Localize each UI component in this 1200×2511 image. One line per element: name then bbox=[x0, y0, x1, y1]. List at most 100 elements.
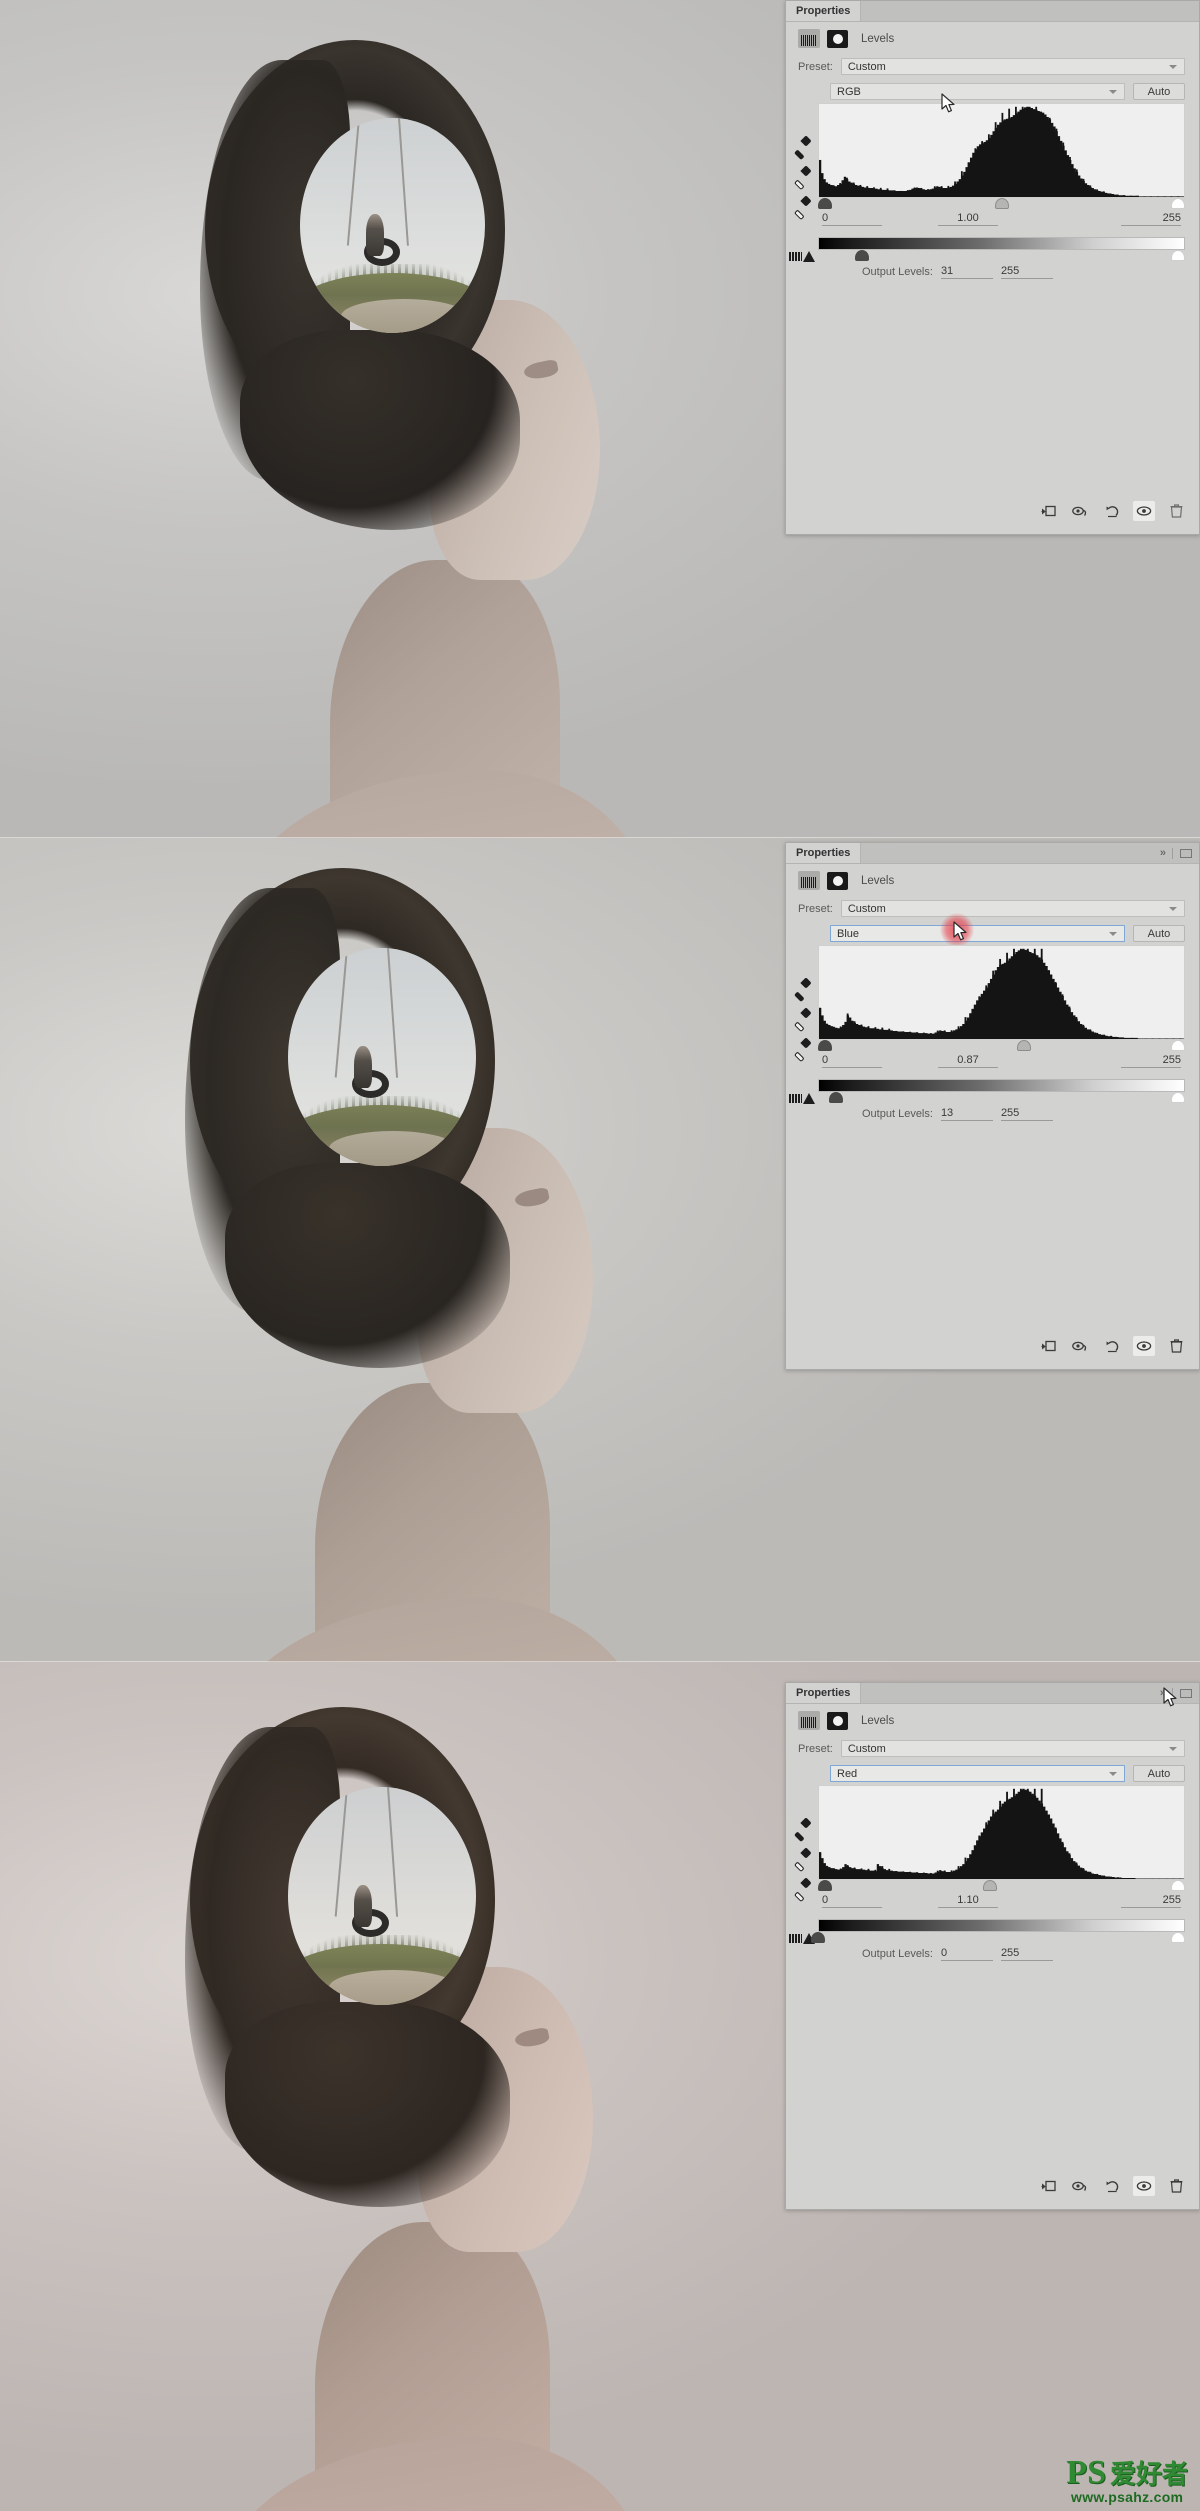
output-white-value[interactable]: 255 bbox=[1000, 1947, 1053, 1961]
input-levels-slider[interactable] bbox=[818, 1880, 1185, 1893]
toggle-visibility-icon[interactable] bbox=[1133, 2176, 1155, 2196]
histogram-red bbox=[818, 1785, 1185, 1880]
view-previous-state-icon[interactable] bbox=[1069, 501, 1091, 521]
input-gamma-value[interactable]: 1.00 bbox=[938, 212, 998, 226]
view-previous-state-icon[interactable] bbox=[1069, 2176, 1091, 2196]
output-black-value[interactable]: 0 bbox=[940, 1947, 993, 1961]
delete-icon[interactable] bbox=[1165, 1336, 1187, 1356]
input-gamma-handle[interactable] bbox=[994, 198, 1009, 209]
input-white-value[interactable]: 255 bbox=[1121, 1894, 1181, 1908]
clip-to-layer-icon[interactable] bbox=[1037, 501, 1059, 521]
set-black-point-eyedropper-icon[interactable] bbox=[794, 977, 812, 1003]
preset-select[interactable]: Custom bbox=[840, 58, 1185, 75]
output-levels-label: Output Levels: bbox=[862, 266, 933, 278]
set-white-point-eyedropper-icon[interactable] bbox=[794, 1037, 812, 1063]
tab-properties[interactable]: Properties bbox=[786, 1683, 862, 1703]
collapse-panel-icon[interactable]: » bbox=[1160, 847, 1166, 859]
scene-path bbox=[329, 1131, 458, 1166]
tab-properties[interactable]: Properties bbox=[786, 1, 862, 21]
input-levels-slider[interactable] bbox=[818, 198, 1185, 211]
input-white-value[interactable]: 255 bbox=[1121, 212, 1181, 226]
view-previous-state-icon[interactable] bbox=[1069, 1336, 1091, 1356]
output-levels-slider[interactable] bbox=[811, 1932, 1185, 1945]
preset-select[interactable]: Custom bbox=[840, 1740, 1185, 1757]
output-white-value[interactable]: 255 bbox=[1000, 265, 1053, 279]
panel-title: Levels bbox=[861, 1714, 895, 1727]
channel-select[interactable]: Red bbox=[830, 1765, 1125, 1782]
input-white-handle[interactable] bbox=[1171, 198, 1185, 209]
panel-tabbar: Properties » bbox=[786, 1683, 1199, 1707]
delete-icon[interactable] bbox=[1165, 501, 1187, 521]
input-black-value[interactable]: 0 bbox=[822, 1054, 882, 1068]
output-black-value[interactable]: 31 bbox=[940, 265, 993, 279]
levels-adjustment-icon bbox=[798, 1711, 820, 1730]
toggle-visibility-icon[interactable] bbox=[1133, 501, 1155, 521]
set-black-point-eyedropper-icon[interactable] bbox=[794, 135, 812, 161]
reset-icon[interactable] bbox=[1101, 1336, 1123, 1356]
output-black-handle[interactable] bbox=[829, 1092, 844, 1103]
input-black-value[interactable]: 0 bbox=[822, 212, 882, 226]
properties-panel-rgb[interactable]: Properties Levels Preset: Custom RGB Aut… bbox=[785, 0, 1200, 535]
set-gray-point-eyedropper-icon[interactable] bbox=[794, 165, 812, 191]
channel-row: Blue Auto bbox=[786, 913, 1199, 947]
set-gray-point-eyedropper-icon[interactable] bbox=[794, 1847, 812, 1873]
output-levels-row: Output Levels: 0 255 bbox=[818, 1947, 1185, 1961]
clipping-warning-icon bbox=[789, 251, 815, 262]
panel-menu-icon[interactable] bbox=[1180, 1688, 1192, 1698]
preset-select[interactable]: Custom bbox=[840, 900, 1185, 917]
input-gamma-value[interactable]: 0.87 bbox=[938, 1054, 998, 1068]
channel-select[interactable]: RGB bbox=[830, 83, 1125, 100]
tab-properties[interactable]: Properties bbox=[786, 843, 862, 863]
toggle-visibility-icon[interactable] bbox=[1133, 1336, 1155, 1356]
output-black-handle[interactable] bbox=[811, 1932, 825, 1943]
input-gamma-handle[interactable] bbox=[1016, 1040, 1031, 1051]
input-white-value[interactable]: 255 bbox=[1121, 1054, 1181, 1068]
set-white-point-eyedropper-icon[interactable] bbox=[794, 1877, 812, 1903]
delete-icon[interactable] bbox=[1165, 2176, 1187, 2196]
levels-controls: 0 0.87 255 Output Levels: 13 255 bbox=[818, 945, 1199, 1121]
clip-to-layer-icon[interactable] bbox=[1037, 1336, 1059, 1356]
levels-controls: 0 1.00 255 Output Levels: 31 255 bbox=[818, 103, 1199, 279]
properties-panel-blue[interactable]: Properties » Levels Preset: Custom Blue bbox=[785, 842, 1200, 1370]
input-gamma-handle[interactable] bbox=[983, 1880, 998, 1891]
panel-header-controls: » bbox=[1160, 1683, 1199, 1703]
channel-select[interactable]: Blue bbox=[830, 925, 1125, 942]
output-levels-row: Output Levels: 31 255 bbox=[818, 265, 1185, 279]
output-white-handle[interactable] bbox=[1171, 1092, 1185, 1103]
reset-icon[interactable] bbox=[1101, 2176, 1123, 2196]
tabbar-filler bbox=[861, 1683, 1159, 1703]
auto-button[interactable]: Auto bbox=[1133, 925, 1185, 942]
clip-to-layer-icon[interactable] bbox=[1037, 2176, 1059, 2196]
collapse-panel-icon[interactable]: » bbox=[1160, 1687, 1166, 1699]
channel-value: RGB bbox=[837, 85, 861, 98]
input-white-handle[interactable] bbox=[1171, 1040, 1185, 1051]
properties-panel-red[interactable]: Properties » Levels Preset: Custom Red A… bbox=[785, 1682, 1200, 2210]
input-black-value[interactable]: 0 bbox=[822, 1894, 882, 1908]
layer-mask-icon[interactable] bbox=[827, 29, 848, 48]
input-levels-slider[interactable] bbox=[818, 1040, 1185, 1053]
panel-footer bbox=[786, 2170, 1199, 2203]
input-gamma-value[interactable]: 1.10 bbox=[938, 1894, 998, 1908]
set-black-point-eyedropper-icon[interactable] bbox=[794, 1817, 812, 1843]
panel-header: Levels bbox=[786, 1704, 1199, 1734]
panel-menu-icon[interactable] bbox=[1180, 848, 1192, 858]
layer-mask-icon[interactable] bbox=[827, 871, 848, 890]
auto-button[interactable]: Auto bbox=[1133, 1765, 1185, 1782]
set-gray-point-eyedropper-icon[interactable] bbox=[794, 1007, 812, 1033]
output-levels-slider[interactable] bbox=[818, 1092, 1185, 1105]
output-levels-slider[interactable] bbox=[818, 250, 1185, 263]
input-black-handle[interactable] bbox=[818, 198, 832, 209]
input-black-handle[interactable] bbox=[818, 1880, 832, 1891]
input-black-handle[interactable] bbox=[818, 1040, 832, 1051]
reset-icon[interactable] bbox=[1101, 501, 1123, 521]
auto-button[interactable]: Auto bbox=[1133, 83, 1185, 100]
panel-title: Levels bbox=[861, 32, 895, 45]
output-black-value[interactable]: 13 bbox=[940, 1107, 993, 1121]
output-black-handle[interactable] bbox=[855, 250, 870, 261]
input-white-handle[interactable] bbox=[1171, 1880, 1185, 1891]
output-white-handle[interactable] bbox=[1171, 250, 1185, 261]
output-white-handle[interactable] bbox=[1171, 1932, 1185, 1943]
layer-mask-icon[interactable] bbox=[827, 1711, 848, 1730]
set-white-point-eyedropper-icon[interactable] bbox=[794, 195, 812, 221]
output-white-value[interactable]: 255 bbox=[1000, 1107, 1053, 1121]
